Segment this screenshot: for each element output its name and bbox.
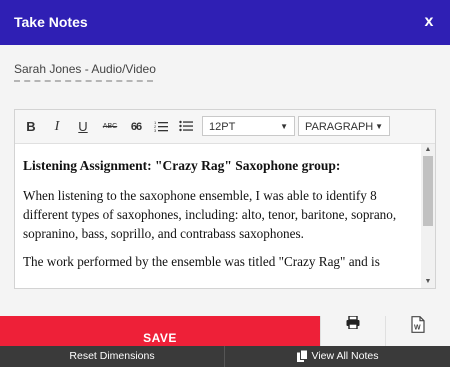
notes-copy-icon <box>296 350 308 363</box>
scrollbar-thumb[interactable] <box>423 156 433 226</box>
note-subject: Sarah Jones - Audio/Video <box>14 62 156 76</box>
take-notes-panel: Take Notes x Sarah Jones - Audio/Video B… <box>0 0 450 367</box>
panel-header: Take Notes x <box>0 0 450 45</box>
blockquote-button[interactable]: 66 <box>127 118 145 136</box>
chevron-down-icon: ▼ <box>280 122 288 131</box>
note-paragraph: When listening to the saxophone ensemble… <box>23 188 397 241</box>
strikethrough-button[interactable]: ABC <box>99 118 121 136</box>
note-paragraph: The work performed by the ensemble was t… <box>23 254 380 269</box>
font-size-select[interactable]: 12PT ▼ <box>202 116 295 136</box>
subject-divider <box>14 80 153 82</box>
word-document-icon: W <box>411 316 425 333</box>
bold-button[interactable]: B <box>23 118 39 136</box>
printer-icon <box>346 316 360 329</box>
scroll-down-icon[interactable]: ▼ <box>421 278 435 286</box>
font-size-value: 12PT <box>209 121 236 133</box>
underline-button[interactable]: U <box>75 118 91 136</box>
view-all-notes-button[interactable]: View All Notes <box>225 346 450 367</box>
italic-button[interactable]: I <box>49 118 65 136</box>
block-format-select[interactable]: PARAGRAPH ▼ <box>298 116 390 136</box>
editor-scrollbar[interactable]: ▲ ▼ <box>421 144 435 288</box>
rich-text-editor: B I U ABC 66 123 12PT ▼ PARAGRAPH ▼ List… <box>14 109 436 289</box>
svg-text:W: W <box>414 325 421 332</box>
ordered-list-icon[interactable]: 123 <box>153 118 169 136</box>
note-heading: Listening Assignment: "Crazy Rag" Saxoph… <box>23 158 341 173</box>
footer-bar: Reset Dimensions View All Notes <box>0 346 450 367</box>
note-text-area[interactable]: Listening Assignment: "Crazy Rag" Saxoph… <box>15 144 421 288</box>
svg-text:3: 3 <box>154 128 157 132</box>
panel-title: Take Notes <box>14 14 88 30</box>
editor-toolbar: B I U ABC 66 123 12PT ▼ PARAGRAPH ▼ <box>15 110 435 144</box>
view-all-notes-label: View All Notes <box>311 350 379 362</box>
reset-dimensions-label: Reset Dimensions <box>69 350 155 362</box>
close-icon[interactable]: x <box>420 12 438 32</box>
scroll-up-icon[interactable]: ▲ <box>421 146 435 154</box>
bullet-list-icon[interactable] <box>178 118 194 136</box>
reset-dimensions-button[interactable]: Reset Dimensions <box>0 346 225 367</box>
block-format-value: PARAGRAPH <box>305 121 374 133</box>
chevron-down-icon: ▼ <box>375 122 383 131</box>
